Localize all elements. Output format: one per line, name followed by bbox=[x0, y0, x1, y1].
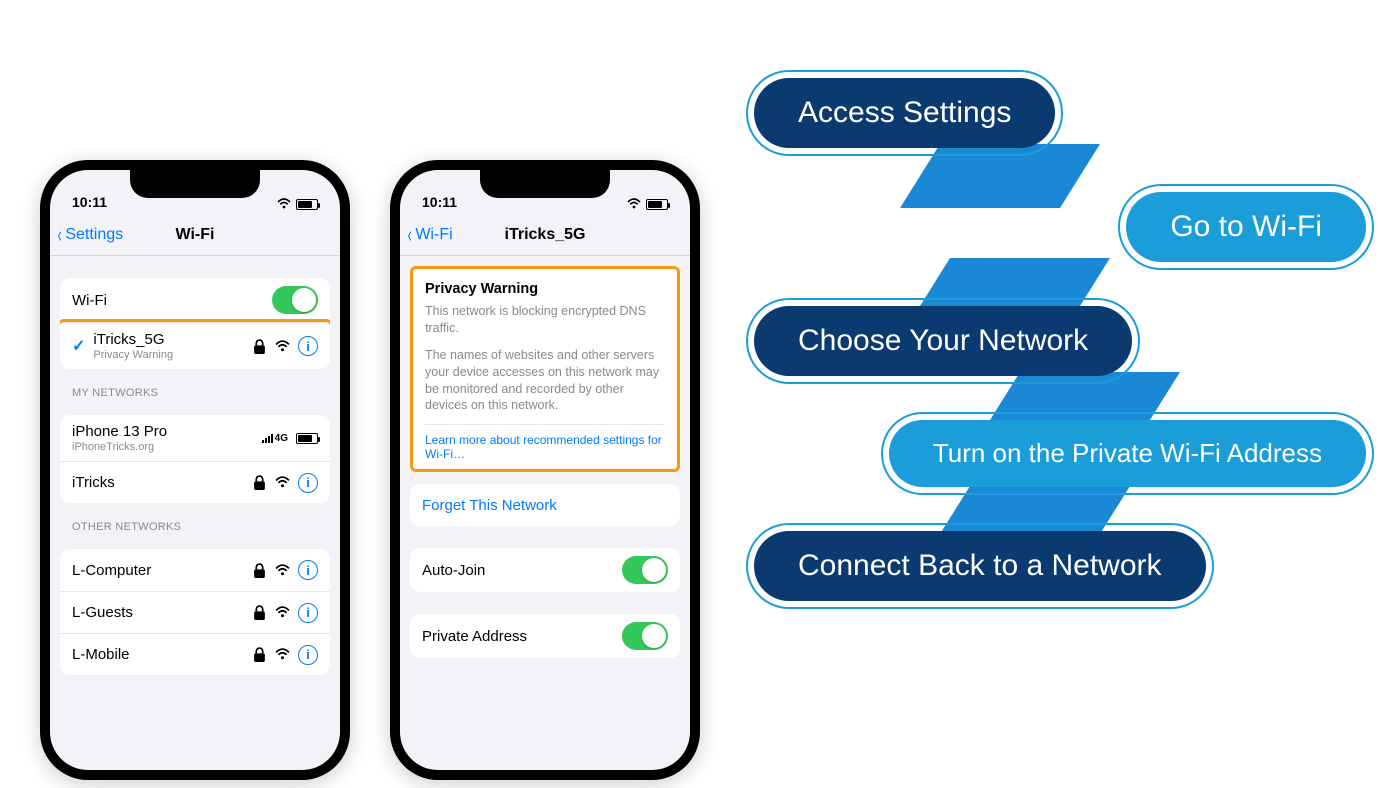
network-row[interactable]: L-Mobile i bbox=[60, 633, 330, 675]
lock-icon bbox=[252, 605, 267, 620]
privacy-warning-card: Privacy Warning This network is blocking… bbox=[410, 266, 680, 472]
back-button[interactable]: ‹ Settings bbox=[56, 224, 123, 246]
network-name: L-Mobile bbox=[72, 646, 244, 663]
step-label: Access Settings bbox=[754, 78, 1055, 148]
network-name: iPhone 13 Pro bbox=[72, 423, 254, 440]
auto-join-label: Auto-Join bbox=[422, 562, 614, 579]
back-label: Settings bbox=[65, 226, 123, 244]
private-address-row[interactable]: Private Address bbox=[410, 614, 680, 658]
nav-header: ‹ Settings Wi-Fi bbox=[50, 214, 340, 256]
learn-more-link[interactable]: Learn more about recommended settings fo… bbox=[425, 424, 665, 461]
warning-text-1: This network is blocking encrypted DNS t… bbox=[425, 303, 665, 337]
clock: 10:11 bbox=[72, 194, 107, 210]
lock-icon bbox=[252, 563, 267, 578]
step-3: Choose Your Network bbox=[746, 298, 1140, 384]
connected-name: iTricks_5G bbox=[93, 331, 244, 348]
notch bbox=[480, 170, 610, 198]
network-row[interactable]: L-Guests i bbox=[60, 591, 330, 633]
step-2: Go to Wi-Fi bbox=[1118, 184, 1374, 270]
my-networks-header: MY NETWORKS bbox=[50, 369, 340, 403]
warning-heading: Privacy Warning bbox=[425, 281, 665, 297]
chevron-left-icon: ‹ bbox=[58, 224, 62, 246]
lock-icon bbox=[252, 647, 267, 662]
wifi-icon bbox=[275, 647, 290, 662]
wifi-status-icon bbox=[276, 198, 292, 210]
battery-icon bbox=[646, 199, 668, 210]
step-label: Connect Back to a Network bbox=[754, 531, 1206, 601]
network-sublabel: iPhoneTricks.org bbox=[72, 442, 254, 453]
step-label: Go to Wi-Fi bbox=[1126, 192, 1366, 262]
nav-header: ‹ Wi-Fi iTricks_5G bbox=[400, 214, 690, 256]
wifi-toggle-row[interactable]: Wi-Fi bbox=[60, 278, 330, 322]
network-row[interactable]: iTricks i bbox=[60, 461, 330, 503]
info-icon[interactable]: i bbox=[298, 336, 318, 356]
other-networks-header: OTHER NETWORKS bbox=[50, 503, 340, 537]
info-icon[interactable]: i bbox=[298, 473, 318, 493]
cell-signal: 4G bbox=[262, 433, 288, 444]
lock-icon bbox=[252, 339, 267, 354]
connected-network-row[interactable]: ✓ iTricks_5G Privacy Warning i bbox=[60, 322, 330, 369]
back-label: Wi-Fi bbox=[415, 226, 452, 244]
clock: 10:11 bbox=[422, 194, 457, 210]
wifi-status-icon bbox=[626, 198, 642, 210]
network-row[interactable]: L-Computer i bbox=[60, 549, 330, 591]
checkmark-icon: ✓ bbox=[72, 336, 85, 356]
wifi-label: Wi-Fi bbox=[72, 292, 264, 309]
steps-diagram: Access Settings Go to Wi-Fi Choose Your … bbox=[740, 70, 1380, 637]
auto-join-toggle[interactable] bbox=[622, 556, 668, 584]
connected-sublabel: Privacy Warning bbox=[93, 350, 244, 361]
step-1: Access Settings bbox=[746, 70, 1063, 156]
notch bbox=[130, 170, 260, 198]
warning-text-2: The names of websites and other servers … bbox=[425, 347, 665, 415]
step-label: Choose Your Network bbox=[754, 306, 1132, 376]
chevron-left-icon: ‹ bbox=[408, 224, 412, 246]
wifi-toggle[interactable] bbox=[272, 286, 318, 314]
info-icon[interactable]: i bbox=[298, 560, 318, 580]
wifi-icon bbox=[275, 605, 290, 620]
network-name: L-Computer bbox=[72, 562, 244, 579]
step-4: Turn on the Private Wi-Fi Address bbox=[881, 412, 1374, 495]
battery-icon bbox=[296, 433, 318, 444]
network-name: L-Guests bbox=[72, 604, 244, 621]
step-label: Turn on the Private Wi-Fi Address bbox=[889, 420, 1366, 487]
forget-network-button[interactable]: Forget This Network bbox=[410, 484, 680, 526]
back-button[interactable]: ‹ Wi-Fi bbox=[406, 224, 453, 246]
phone-network-detail: 10:11 ‹ Wi-Fi iTricks_5G Privacy Warning… bbox=[390, 160, 700, 780]
step-5: Connect Back to a Network bbox=[746, 523, 1214, 609]
info-icon[interactable]: i bbox=[298, 603, 318, 623]
wifi-icon bbox=[275, 475, 290, 490]
network-name: iTricks bbox=[72, 474, 244, 491]
auto-join-row[interactable]: Auto-Join bbox=[410, 548, 680, 592]
forget-label: Forget This Network bbox=[422, 497, 668, 514]
private-address-toggle[interactable] bbox=[622, 622, 668, 650]
wifi-icon bbox=[275, 563, 290, 578]
private-address-label: Private Address bbox=[422, 628, 614, 645]
phone-wifi-settings: 10:11 ‹ Settings Wi-Fi Wi-Fi ✓ bbox=[40, 160, 350, 780]
lock-icon bbox=[252, 475, 267, 490]
network-row-hotspot[interactable]: iPhone 13 Pro iPhoneTricks.org 4G bbox=[60, 415, 330, 461]
battery-icon bbox=[296, 199, 318, 210]
wifi-icon bbox=[275, 339, 290, 354]
info-icon[interactable]: i bbox=[298, 645, 318, 665]
